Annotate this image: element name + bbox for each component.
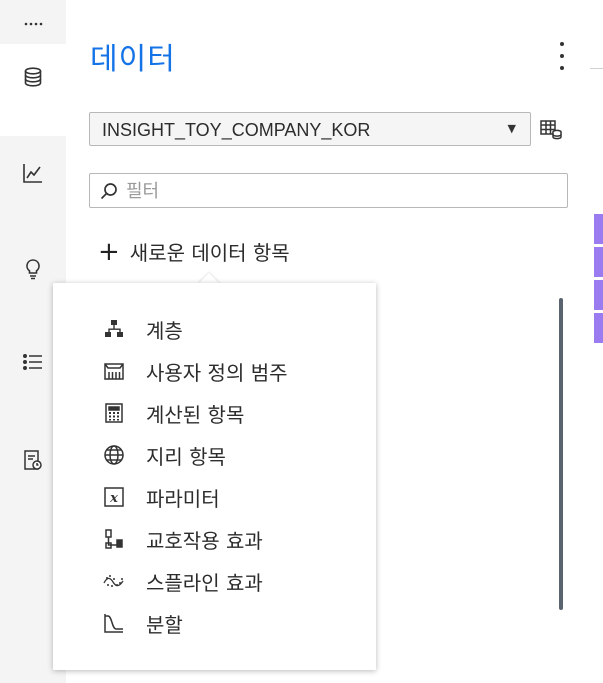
right-edge-panel (590, 0, 603, 683)
svg-text:x: x (109, 491, 118, 506)
menu-item-custom-category[interactable]: 사용자 정의 범주 (53, 351, 376, 391)
new-data-item-label: 새로운 데이터 항목 (129, 241, 290, 265)
search-icon (100, 182, 118, 200)
custom-category-icon (103, 360, 125, 382)
report-icon[interactable] (18, 445, 48, 475)
more-horizontal-icon[interactable] (18, 6, 48, 36)
menu-item-parameter[interactable]: x 파라미터 (53, 477, 376, 517)
menu-item-label: 분할 (146, 612, 183, 637)
menu-item-label: 사용자 정의 범주 (146, 360, 288, 385)
menu-item-partition[interactable]: 분할 (53, 603, 376, 643)
calculator-icon (103, 402, 125, 424)
menu-item-spline-effect[interactable]: 스플라인 효과 (53, 561, 376, 601)
parameter-icon: x (103, 486, 125, 508)
partition-icon (103, 612, 125, 634)
edge-divider (590, 68, 603, 69)
dataset-select-value: INSIGHT_TOY_COMPANY_KOR (102, 120, 371, 140)
menu-item-calculated[interactable]: 계산된 항목 (53, 393, 376, 433)
menu-item-label: 계산된 항목 (146, 402, 245, 427)
menu-item-label: 스플라인 효과 (146, 570, 263, 595)
menu-item-geography[interactable]: 지리 항목 (53, 435, 376, 475)
menu-item-label: 지리 항목 (146, 444, 226, 469)
more-options-icon[interactable] (552, 42, 572, 70)
lightbulb-icon[interactable] (18, 254, 48, 284)
purple-bar (594, 313, 603, 343)
panel-title: 데이터 (90, 42, 176, 77)
scrollbar[interactable] (559, 298, 563, 610)
database-icon[interactable] (18, 62, 48, 92)
filter-input[interactable] (124, 178, 548, 204)
list-icon[interactable] (18, 347, 48, 377)
line-chart-icon[interactable] (18, 158, 48, 188)
hierarchy-icon (103, 318, 125, 340)
interaction-effect-icon (103, 528, 125, 550)
new-data-item-button[interactable]: + 새로운 데이터 항목 (98, 237, 290, 266)
plus-icon: + (98, 236, 120, 267)
data-table-icon[interactable] (540, 120, 562, 140)
globe-icon (103, 444, 125, 466)
filter-field[interactable] (89, 173, 568, 208)
menu-item-interaction-effect[interactable]: 교호작용 효과 (53, 519, 376, 559)
purple-bar (594, 280, 603, 310)
menu-item-label: 계층 (146, 318, 183, 343)
menu-item-hierarchy[interactable]: 계층 (53, 309, 376, 349)
menu-item-label: 파라미터 (146, 486, 220, 511)
menu-item-label: 교호작용 효과 (146, 528, 263, 553)
spline-effect-icon (103, 570, 125, 592)
chevron-down-icon: ▼ (507, 122, 516, 135)
new-data-item-menu: 계층 사용자 정의 범주 계산된 항목 지리 항목 x 파라미터 교호작용 효과 (53, 283, 376, 670)
purple-bar (594, 214, 603, 244)
purple-bar (594, 247, 603, 277)
dataset-select[interactable]: INSIGHT_TOY_COMPANY_KOR ▼ (89, 112, 531, 146)
